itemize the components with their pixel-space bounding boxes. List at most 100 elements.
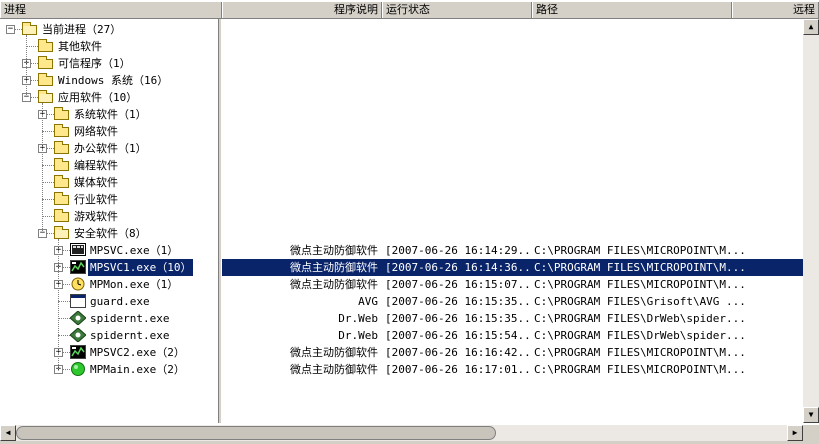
tree-node[interactable]: 行业软件	[0, 191, 218, 208]
tree-connector	[42, 131, 54, 132]
list-row[interactable]: 微点主动防御软件 [2007-06-26 16:16:42... C:\PROGRA…	[222, 344, 803, 361]
list-row[interactable]: 微点主动防御软件 [2007-06-26 16:15:07... C:\PROGRA…	[222, 276, 803, 293]
tree-node[interactable]: 网络软件	[0, 123, 218, 140]
cell-description: Dr.Web	[338, 329, 378, 342]
tree-connector	[26, 46, 38, 47]
tree-node-label: 应用软件（10）	[58, 91, 138, 104]
tree-node-label: 游戏软件	[74, 210, 118, 223]
clock-process-icon	[70, 277, 86, 291]
cell-path: C:\PROGRAM FILES\DrWeb\spider...	[534, 312, 746, 325]
folder-icon	[54, 209, 70, 223]
folder-open-icon	[54, 226, 70, 240]
cell-path: C:\PROGRAM FILES\MICROPOINT\M...	[534, 346, 746, 359]
tree-node[interactable]: guard.exe	[0, 293, 218, 310]
chart-process-icon	[70, 260, 86, 274]
tree-connector	[42, 182, 54, 183]
tree-node-label: MPSVC2.exe（2）	[90, 346, 185, 359]
horizontal-scrollbar[interactable]: ◀ ▶	[0, 425, 803, 441]
tree-node[interactable]: − 应用软件（10）	[0, 89, 218, 106]
cell-path: C:\PROGRAM FILES\MICROPOINT\M...	[534, 363, 746, 376]
cell-path: C:\PROGRAM FILES\MICROPOINT\M...	[534, 278, 746, 291]
window-app-icon	[70, 294, 86, 308]
tree-node-label: MPSVC.exe（1）	[90, 244, 179, 257]
tree-connector	[42, 216, 54, 217]
tree-node-label: spidernt.exe	[90, 312, 170, 325]
tree-node-label: 媒体软件	[74, 176, 118, 189]
collapse-icon[interactable]: −	[6, 25, 15, 34]
list-row[interactable]: Dr.Web [2007-06-26 16:15:54... C:\PROGRAM …	[222, 327, 803, 344]
tree-node-label: 行业软件	[74, 193, 118, 206]
tree-node[interactable]: spidernt.exe	[0, 310, 218, 327]
tree-node[interactable]: + MPMain.exe（2）	[0, 361, 218, 378]
cell-description: Dr.Web	[338, 312, 378, 325]
list-row[interactable]: 微点主动防御软件 [2007-06-26 16:14:36... C:\PROGRA…	[222, 259, 803, 276]
tree-connector	[58, 301, 70, 302]
tree-node[interactable]: + MPSVC2.exe（2）	[0, 344, 218, 361]
scroll-down-button[interactable]: ▼	[803, 407, 819, 423]
tree-node[interactable]: + 可信程序（1）	[0, 55, 218, 72]
tree-node[interactable]: + 系统软件（1）	[0, 106, 218, 123]
monitor-process-icon	[70, 243, 86, 257]
list-row[interactable]: 微点主动防御软件 [2007-06-26 16:17:01... C:\PROGRA…	[222, 361, 803, 378]
folder-icon	[38, 73, 54, 87]
cell-path: C:\PROGRAM FILES\Grisoft\AVG ...	[534, 295, 746, 308]
column-status[interactable]: 运行状态	[382, 2, 532, 18]
cell-status: [2007-06-26 16:14:36...	[385, 261, 531, 274]
horizontal-scroll-thumb[interactable]	[16, 426, 496, 440]
tree-node[interactable]: 编程软件	[0, 157, 218, 174]
tree-node[interactable]: + MPMon.exe（1）	[0, 276, 218, 293]
chart-process-icon	[70, 345, 86, 359]
cell-description: 微点主动防御软件	[290, 278, 378, 291]
column-process[interactable]: 进程	[0, 2, 222, 18]
tree-node-label: 安全软件（8）	[74, 227, 147, 240]
tree-node-label: 系统软件（1）	[74, 108, 147, 121]
tree-connector	[42, 103, 43, 233]
list-row[interactable]: 微点主动防御软件 [2007-06-26 16:14:29... C:\PROGRA…	[222, 242, 803, 259]
folder-open-icon	[22, 22, 38, 36]
cell-status: [2007-06-26 16:15:35...	[385, 295, 531, 308]
column-remote[interactable]: 远程	[732, 2, 819, 18]
tree-connector	[26, 35, 27, 97]
list-row[interactable]: Dr.Web [2007-06-26 16:15:35... C:\PROGRAM …	[222, 310, 803, 327]
spider-icon	[69, 327, 87, 343]
vertical-scrollbar[interactable]: ▲ ▼	[803, 19, 819, 423]
tree-connector	[58, 239, 59, 369]
tree-node[interactable]: + 办公软件（1）	[0, 140, 218, 157]
cell-description: 微点主动防御软件	[290, 363, 378, 376]
scroll-right-button[interactable]: ▶	[787, 425, 803, 441]
cell-path: C:\PROGRAM FILES\DrWeb\spider...	[534, 329, 746, 342]
folder-icon	[54, 124, 70, 138]
tree-node[interactable]: spidernt.exe	[0, 327, 218, 344]
cell-description: 微点主动防御软件	[290, 261, 378, 274]
tree-node[interactable]: + Windows 系统（16）	[0, 72, 218, 89]
folder-icon	[54, 158, 70, 172]
tree-node-label: 其他软件	[58, 40, 102, 53]
tree-node[interactable]: 其他软件	[0, 38, 218, 55]
tree-node-label: 可信程序（1）	[58, 57, 131, 70]
column-header: 进程 程序说明 运行状态 路径 远程	[0, 2, 819, 19]
tree-node-label: 当前进程（27）	[42, 23, 122, 36]
tree-node-label: 网络软件	[74, 125, 118, 138]
scroll-up-button[interactable]: ▲	[803, 19, 819, 35]
tree-node-label: MPMain.exe（2）	[90, 363, 185, 376]
tree-node[interactable]: 游戏软件	[0, 208, 218, 225]
process-tree: − 当前进程（27） 其他软件 + 可信程序（1） + Windows 系统（16） − 应用软…	[0, 19, 218, 423]
list-row[interactable]: AVG [2007-06-26 16:15:35... C:\PROGRAM FIL…	[222, 293, 803, 310]
tree-node[interactable]: 媒体软件	[0, 174, 218, 191]
cell-status: [2007-06-26 16:15:54...	[385, 329, 531, 342]
column-description[interactable]: 程序说明	[222, 2, 382, 18]
tree-node-label: MPSVC1.exe（10）	[88, 259, 194, 276]
folder-open-icon	[38, 90, 54, 104]
tree-node[interactable]: + MPSVC1.exe（10）	[0, 259, 218, 276]
spider-icon	[69, 310, 87, 326]
folder-icon	[54, 175, 70, 189]
cell-status: [2007-06-26 16:15:07...	[385, 278, 531, 291]
column-path[interactable]: 路径	[532, 2, 732, 18]
tree-connector	[58, 335, 70, 336]
tree-node[interactable]: − 安全软件（8）	[0, 225, 218, 242]
tree-node[interactable]: + MPSVC.exe（1）	[0, 242, 218, 259]
scroll-left-button[interactable]: ◀	[0, 425, 16, 441]
tree-node[interactable]: − 当前进程（27）	[0, 21, 218, 38]
folder-icon	[54, 107, 70, 121]
scrollbar-corner	[803, 425, 819, 441]
